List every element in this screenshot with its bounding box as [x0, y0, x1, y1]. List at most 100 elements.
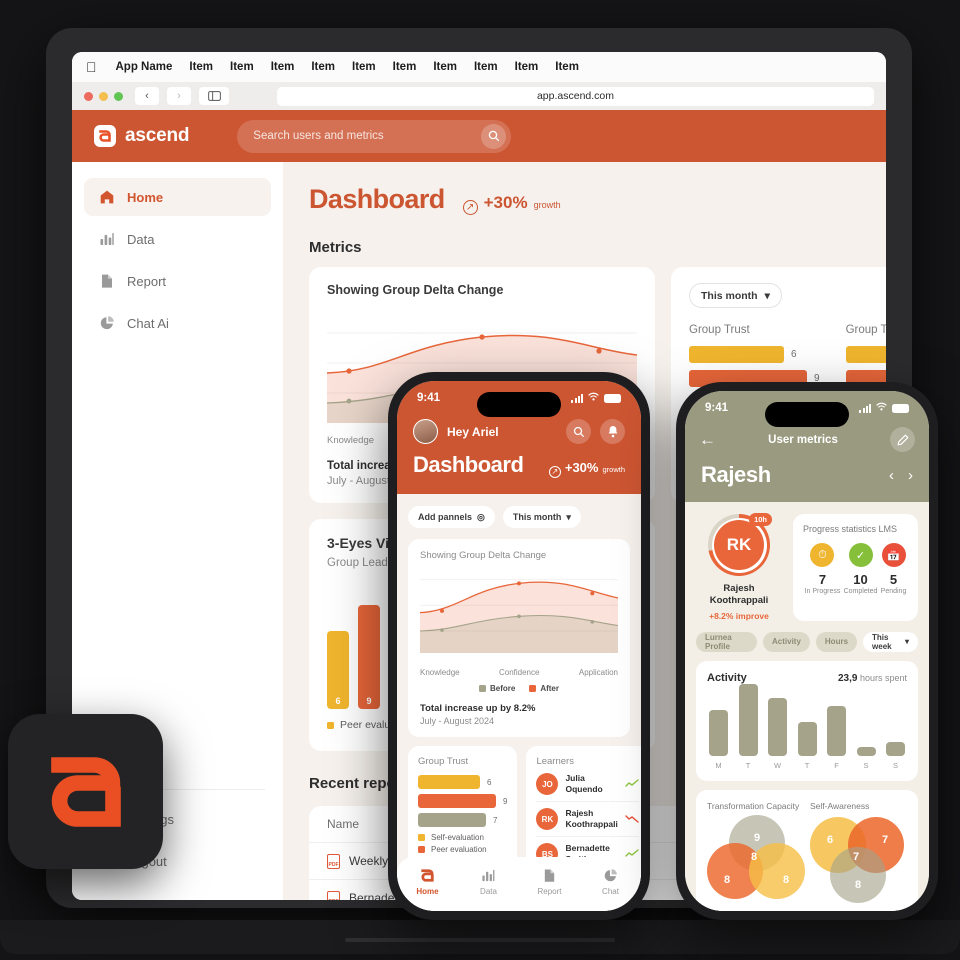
menu-item[interactable]: Item — [515, 61, 539, 73]
growth-badge: ↗ +30% growth — [462, 193, 561, 215]
month-filter-dropdown[interactable]: This month ▾ — [689, 283, 782, 308]
chip-lurnea-profile[interactable]: Lurnea Profile — [696, 631, 757, 652]
x-label: F — [834, 760, 839, 770]
stat-value: 10 — [853, 572, 868, 587]
bar-value: 7 — [493, 815, 498, 825]
chart-footnote: Total increase up by 8.2% — [420, 703, 536, 714]
chart-icon — [98, 231, 115, 248]
avatar[interactable] — [413, 419, 438, 444]
page-title: Dashboard — [309, 184, 445, 214]
plus-circle-icon: ◎ — [477, 511, 485, 522]
trend-down-icon — [625, 810, 639, 828]
list-item[interactable]: JO Julia Oquendo — [536, 767, 639, 802]
bar-value: 6 — [487, 777, 492, 787]
maximize-icon[interactable] — [114, 91, 123, 101]
back-icon[interactable]: ← — [699, 430, 716, 450]
x-label: Knowledge — [327, 435, 375, 446]
venn-title: Self-Awareness — [810, 800, 870, 811]
chip-label: Hours — [824, 637, 849, 647]
global-search[interactable] — [237, 119, 512, 153]
tab-data[interactable]: Data — [458, 866, 519, 896]
tab-report[interactable]: Report — [519, 866, 580, 896]
next-user-icon[interactable]: › — [908, 467, 913, 484]
menu-item[interactable]: Item — [474, 61, 498, 73]
prev-user-icon[interactable]: ‹ — [889, 467, 894, 484]
phone1-delta-card: Showing Group Delta Change Knowledge Con… — [408, 539, 630, 737]
stat-completed: ✓ 10 Completed — [844, 543, 877, 595]
wifi-icon — [876, 402, 887, 414]
brand-logo[interactable]: ascend — [94, 125, 189, 147]
page-title: Dashboard — [413, 452, 524, 477]
menu-item[interactable]: Item — [352, 61, 376, 73]
bar-group: W — [768, 697, 787, 770]
search-input[interactable] — [253, 130, 482, 142]
chip-hours[interactable]: Hours — [815, 631, 858, 652]
sidebar-item-label: Home — [127, 189, 164, 205]
apple-icon[interactable]:  — [86, 60, 97, 74]
sidebar-item-label: Chat Ai — [127, 315, 169, 331]
bar-group: T — [797, 721, 817, 770]
search-icon[interactable] — [481, 123, 507, 149]
tab-home[interactable]: Home — [397, 866, 458, 896]
window-controls[interactable] — [84, 91, 123, 101]
add-panels-button[interactable]: Add pannels ◎ — [408, 506, 495, 528]
sidebar-item-label: Data — [127, 231, 155, 247]
stat-value: 7 — [818, 572, 827, 587]
menu-item[interactable]: Item — [311, 61, 335, 73]
tab-chat[interactable]: Chat — [580, 866, 641, 896]
sidebar-item-home[interactable]: Home — [84, 178, 271, 216]
minimize-icon[interactable] — [99, 91, 108, 101]
trust-column-title: Group Trust — [689, 324, 750, 336]
bar-value: 6 — [791, 349, 797, 360]
menu-app-name[interactable]: App Name — [116, 61, 173, 73]
edit-icon[interactable] — [890, 427, 915, 452]
menu-item[interactable]: Item — [433, 61, 457, 73]
user-summary: RK 10h Rajesh Koothrappali +8.2% improve — [696, 513, 782, 621]
list-item[interactable]: RK Rajesh Koothrappali — [536, 802, 639, 837]
arrow-up-icon: ↗ — [462, 200, 478, 215]
month-filter-dropdown[interactable]: This month ▾ — [502, 506, 581, 528]
phone2-filter-chips: Lurnea Profile Activity Hours This week … — [696, 631, 918, 652]
bar-group: T — [738, 683, 758, 770]
stat-pending: 📅 5 Pending — [880, 543, 907, 595]
improve-badge: +8.2% improve — [709, 610, 769, 621]
close-icon[interactable] — [84, 91, 93, 101]
menu-item[interactable]: Item — [393, 61, 417, 73]
address-bar[interactable]: app.ascend.com — [277, 86, 874, 106]
search-icon[interactable] — [566, 419, 591, 444]
week-filter-label: This week — [872, 632, 892, 651]
phone1-title-row: Dashboard ↗ +30% growth — [397, 444, 641, 478]
growth-badge: ↗ +30% growth — [548, 460, 625, 478]
menu-item[interactable]: Item — [271, 61, 295, 73]
legend-item: Self-evaluation — [418, 833, 507, 842]
metrics-heading: Metrics — [309, 239, 362, 256]
forward-icon[interactable]: › — [167, 87, 191, 105]
tab-label: Chat — [602, 887, 619, 896]
stat-label: Pending — [880, 588, 907, 595]
week-filter-dropdown[interactable]: This week ▾ — [863, 631, 918, 652]
delta-area-chart — [419, 579, 619, 653]
card-title: Showing Group Delta Change — [327, 283, 504, 297]
bell-icon[interactable] — [600, 419, 625, 444]
sidebar-item-chat-ai[interactable]: Chat Ai — [84, 304, 271, 342]
hours-value: 23,9 — [837, 672, 858, 684]
status-icons — [859, 402, 909, 414]
growth-label: growth — [533, 200, 561, 210]
user-full-name: Rajesh Koothrappali — [709, 583, 769, 606]
learner-name: Julia Oquendo — [565, 773, 603, 794]
back-icon[interactable]: ‹ — [135, 87, 159, 105]
x-label: Application — [578, 668, 618, 677]
chip-activity[interactable]: Activity — [763, 631, 810, 652]
sidebar-item-report[interactable]: Report — [84, 262, 271, 300]
growth-value: +30% — [564, 460, 599, 475]
sidebar-item-data[interactable]: Data — [84, 220, 271, 258]
menu-item[interactable]: Item — [555, 61, 579, 73]
legend-label: After — [540, 684, 559, 693]
menu-item[interactable]: Item — [230, 61, 254, 73]
pie-icon — [98, 315, 115, 332]
chart-x-labels: Knowledge Confidence Application — [420, 668, 618, 677]
menu-item[interactable]: Item — [189, 61, 213, 73]
sidebar-toggle-icon[interactable] — [199, 87, 229, 105]
pie-icon — [580, 866, 641, 884]
dynamic-island — [477, 392, 561, 417]
